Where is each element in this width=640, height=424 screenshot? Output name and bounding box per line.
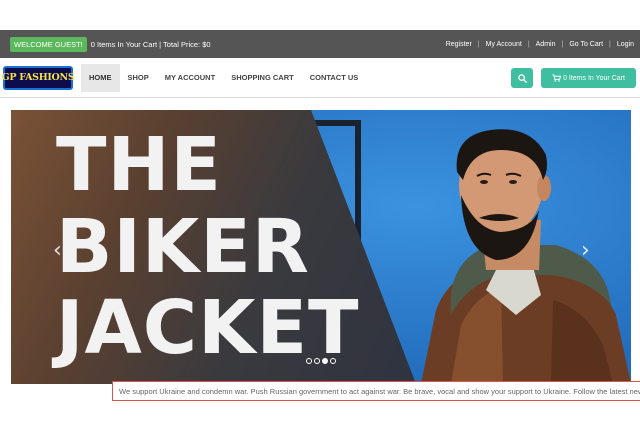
search-button[interactable]	[511, 68, 533, 88]
nav-item-home[interactable]: HOME	[81, 63, 120, 92]
go-to-cart-link[interactable]: Go To Cart	[569, 41, 603, 48]
news-ticker[interactable]: We support Ukraine and condemn war. Push…	[112, 381, 640, 401]
hero-headline-line2: BIKER	[56, 204, 310, 290]
nav-item-my-account[interactable]: MY ACCOUNT	[157, 64, 223, 92]
hero-headline-line1: THE	[56, 122, 222, 208]
my-account-link[interactable]: My Account	[486, 41, 522, 48]
main-navbar: GP FASHIONS HOME SHOP MY ACCOUNT SHOPPIN…	[0, 58, 640, 98]
carousel-prev-arrow-icon[interactable]: ‹	[53, 238, 62, 263]
shopping-cart-icon	[552, 74, 562, 82]
welcome-badge: WELCOME GUEST!	[10, 36, 87, 52]
carousel-dot-3[interactable]	[322, 358, 328, 364]
site-logo[interactable]: GP FASHIONS	[2, 65, 75, 90]
ticker-text: We support Ukraine and condemn war. Push…	[119, 386, 640, 396]
main-menu: HOME SHOP MY ACCOUNT SHOPPING CART CONTA…	[81, 63, 367, 92]
carousel-next-arrow-icon[interactable]: ›	[581, 238, 590, 263]
nav-item-shop[interactable]: SHOP	[120, 64, 157, 92]
link-separator: |	[609, 40, 611, 48]
link-separator: |	[477, 40, 480, 48]
nav-item-contact-us[interactable]: CONTACT US	[302, 64, 367, 92]
page: WELCOME GUEST! 0 Items In Your Cart | To…	[0, 0, 640, 424]
search-icon	[517, 73, 527, 83]
admin-link[interactable]: Admin	[536, 41, 556, 48]
cart-button-label: 0 Items In Your Cart	[563, 74, 625, 82]
bearded-man-image	[421, 129, 631, 384]
nav-item-shopping-cart[interactable]: SHOPPING CART	[223, 64, 302, 92]
cart-button[interactable]: 0 Items In Your Cart	[541, 68, 636, 88]
link-separator: |	[527, 40, 530, 48]
carousel-dot-2[interactable]	[314, 358, 320, 364]
hero-headline-line3: JACKET	[56, 285, 360, 371]
hero-carousel[interactable]: THE BIKER JACKET ‹ ›	[11, 110, 631, 384]
carousel-indicators	[306, 358, 338, 364]
register-link[interactable]: Register	[446, 41, 472, 48]
top-bar: WELCOME GUEST! 0 Items In Your Cart | To…	[0, 30, 640, 58]
link-separator: |	[561, 40, 564, 48]
top-links: Register | My Account | Admin | Go To Ca…	[446, 41, 634, 48]
carousel-dot-4[interactable]	[330, 358, 336, 364]
login-link[interactable]: Login	[617, 41, 634, 48]
carousel-dot-1[interactable]	[306, 358, 312, 364]
cart-summary: 0 Items In Your Cart | Total Price: $0	[90, 39, 211, 49]
